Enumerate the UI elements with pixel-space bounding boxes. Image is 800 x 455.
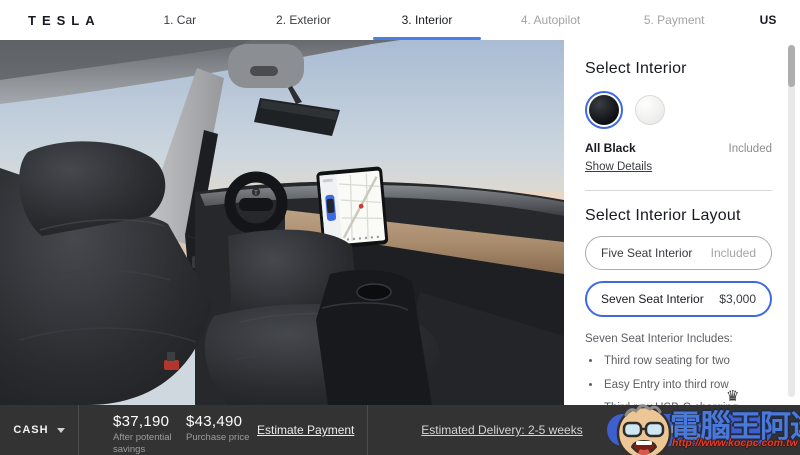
top-nav: TESLA 1. Car 2. Exterior 3. Interior 4. … xyxy=(0,0,800,40)
select-interior-title: Select Interior xyxy=(585,60,687,77)
option-five-seat[interactable]: Five Seat Interior Included xyxy=(585,236,772,270)
summary-bar: CASH $37,190 After potential savings $43… xyxy=(0,405,800,455)
footer-divider xyxy=(78,405,79,455)
swatch-black-and-white[interactable] xyxy=(631,91,669,129)
tesla-logo[interactable]: TESLA xyxy=(0,13,118,28)
step-exterior[interactable]: 2. Exterior xyxy=(242,0,366,40)
list-item: Third row seating for two xyxy=(602,353,772,370)
option-seven-seat[interactable]: Seven Seat Interior $3,000 xyxy=(585,281,772,317)
tesla-configurator: TESLA 1. Car 2. Exterior 3. Interior 4. … xyxy=(0,0,800,455)
estimate-payment-link[interactable]: Estimate Payment xyxy=(257,423,354,437)
payment-method-dropdown[interactable]: CASH xyxy=(0,405,78,455)
sidebar-scrollbar[interactable] xyxy=(788,45,795,397)
car-interior-illustration: T xyxy=(0,40,564,405)
svg-text:T: T xyxy=(254,191,258,197)
swatch-all-black[interactable] xyxy=(585,91,623,129)
next-button[interactable]: NEXT xyxy=(607,414,772,446)
selected-interior-price: Included xyxy=(728,143,772,155)
step-car[interactable]: 1. Car xyxy=(118,0,242,40)
selected-interior-name: All Black xyxy=(585,141,636,155)
region-selector[interactable]: US xyxy=(736,13,800,27)
includes-list: Third row seating for two Easy Entry int… xyxy=(585,353,772,405)
step-payment[interactable]: 5. Payment xyxy=(612,0,736,40)
step-autopilot[interactable]: 4. Autopilot xyxy=(489,0,613,40)
footer-divider xyxy=(367,405,368,455)
includes-title: Seven Seat Interior Includes: xyxy=(585,333,733,345)
step-nav: 1. Car 2. Exterior 3. Interior 4. Autopi… xyxy=(118,0,736,40)
purchase-price: $43,490 Purchase price xyxy=(186,413,250,443)
step-interior[interactable]: 3. Interior xyxy=(365,0,489,40)
select-layout-title: Select Interior Layout xyxy=(585,207,741,224)
interior-color-swatches xyxy=(585,91,772,129)
all-black-color-icon xyxy=(589,95,619,125)
car-interior-image: T xyxy=(0,40,564,405)
estimated-delivery-link[interactable]: Estimated Delivery: 2-5 weeks xyxy=(397,423,607,437)
scrollbar-thumb[interactable] xyxy=(788,45,795,87)
config-sidebar: Select Interior All Black Included Show … xyxy=(564,40,800,405)
list-item: Easy Entry into third row xyxy=(602,377,772,394)
black-and-white-color-icon xyxy=(635,95,665,125)
section-divider xyxy=(585,190,772,191)
chevron-down-icon xyxy=(56,427,65,433)
savings-price: $37,190 After potential savings xyxy=(113,413,172,455)
show-details-link[interactable]: Show Details xyxy=(585,161,652,173)
